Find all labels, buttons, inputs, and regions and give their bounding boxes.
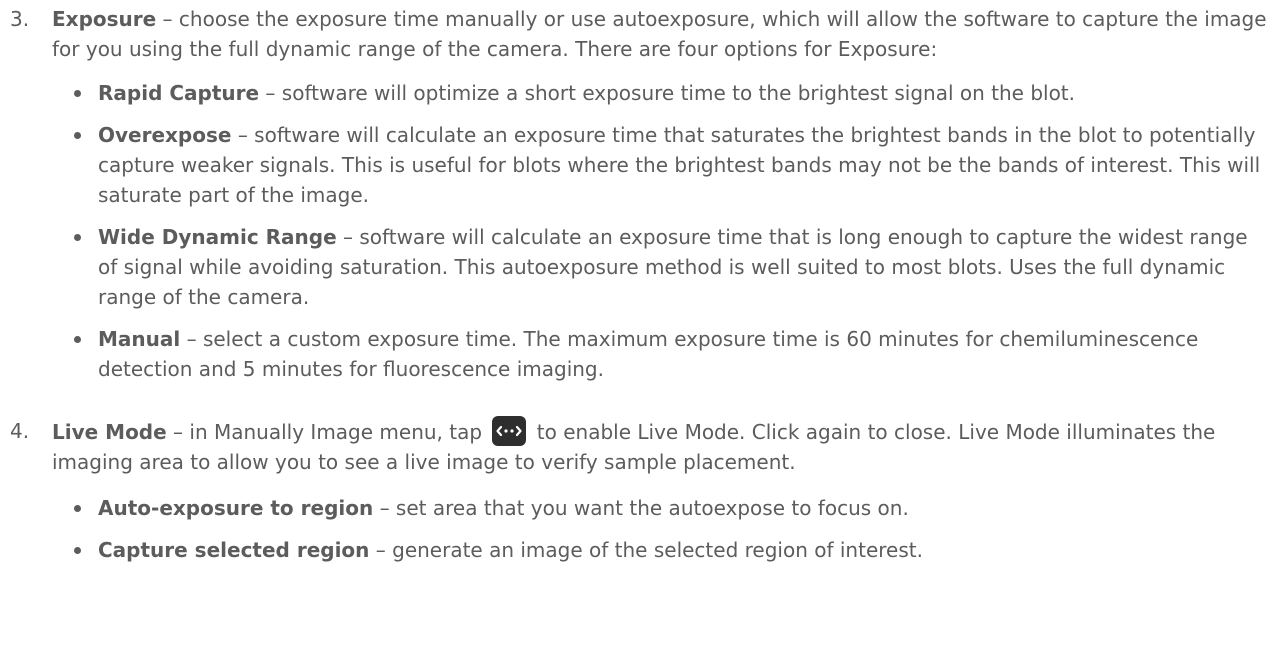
- live-mode-icon: [492, 416, 527, 446]
- step-number: 3.: [10, 7, 30, 31]
- live-mode-icon-glyph: [496, 425, 523, 437]
- bullet-text: – set area that you want the autoexpose …: [373, 496, 909, 520]
- list-item: Manual – select a custom exposure time. …: [52, 324, 1271, 384]
- bullet-dot: [74, 547, 81, 554]
- bullet-dot: [74, 132, 81, 139]
- bullet-term: Auto-exposure to region: [98, 496, 374, 520]
- step-number: 4.: [10, 419, 30, 443]
- bullet-term: Wide Dynamic Range: [98, 225, 337, 249]
- list-item: Capture selected region – generate an im…: [52, 535, 1271, 565]
- bullet-text: – select a custom exposure time. The max…: [98, 327, 1199, 381]
- step-text: – in Manually Image menu, tap: [166, 420, 489, 444]
- list-item: Overexpose – software will calculate an …: [52, 120, 1271, 210]
- bullet-dot: [74, 505, 81, 512]
- bullet-term: Rapid Capture: [98, 81, 260, 105]
- step-paragraph: Exposure – choose the exposure time manu…: [52, 4, 1271, 64]
- bullet-term: Capture selected region: [98, 538, 370, 562]
- step-live-mode: 4. Live Mode – in Manually Image menu, t…: [0, 416, 1279, 565]
- bullet-text: – software will optimize a short exposur…: [259, 81, 1076, 105]
- step-term: Live Mode: [52, 420, 167, 444]
- bullet-term: Manual: [98, 327, 181, 351]
- bullet-dot: [74, 336, 81, 343]
- step-paragraph: Live Mode – in Manually Image menu, tap …: [52, 416, 1271, 477]
- step-text: – choose the exposure time manually or u…: [52, 7, 1267, 61]
- step-exposure: 3. Exposure – choose the exposure time m…: [0, 4, 1279, 384]
- document-page: 3. Exposure – choose the exposure time m…: [0, 0, 1279, 565]
- bullet-dot: [74, 234, 81, 241]
- bullet-term: Overexpose: [98, 123, 232, 147]
- list-item: Rapid Capture – software will optimize a…: [52, 78, 1271, 108]
- bullet-text: – generate an image of the selected regi…: [369, 538, 923, 562]
- bullet-text: – software will calculate an exposure ti…: [98, 123, 1261, 207]
- step-term: Exposure: [52, 7, 157, 31]
- list-item: Wide Dynamic Range – software will calcu…: [52, 222, 1271, 312]
- live-mode-options-list: Auto-exposure to region – set area that …: [52, 493, 1271, 565]
- exposure-options-list: Rapid Capture – software will optimize a…: [52, 78, 1271, 384]
- bullet-dot: [74, 90, 81, 97]
- list-item: Auto-exposure to region – set area that …: [52, 493, 1271, 523]
